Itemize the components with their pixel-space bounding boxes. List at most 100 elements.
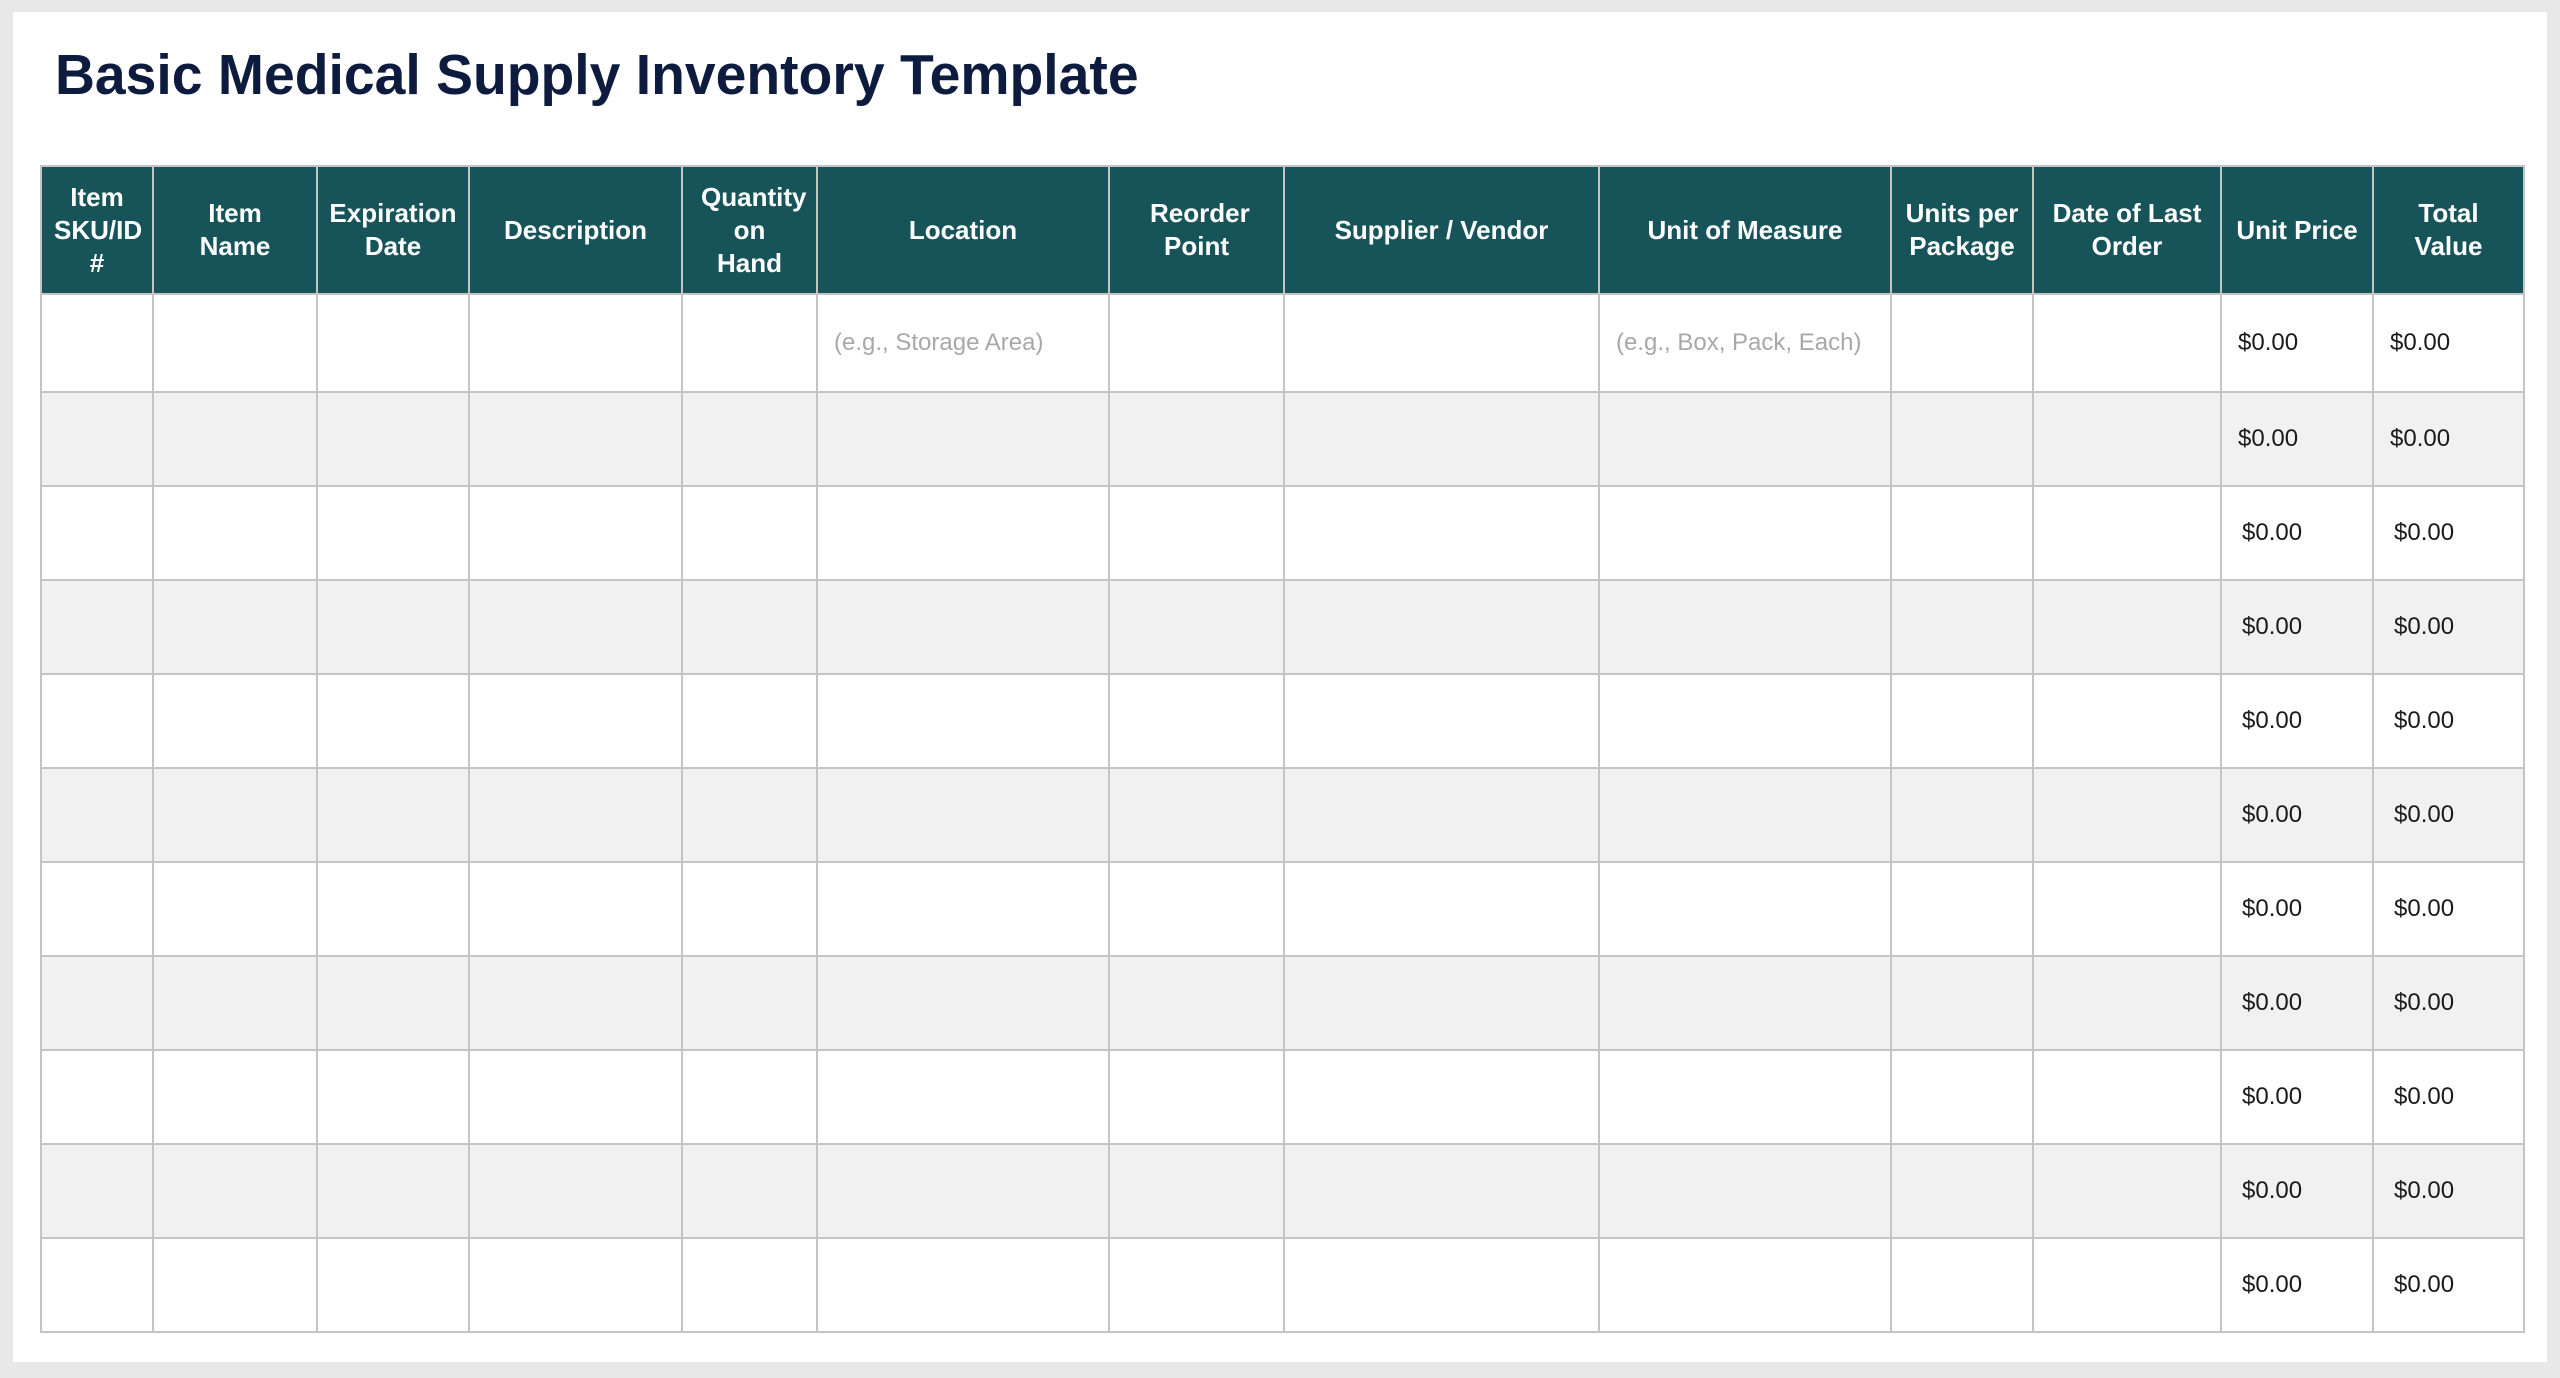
cell-sku[interactable] <box>40 673 154 769</box>
cell-expiration[interactable] <box>316 1049 470 1145</box>
cell-units-per-package[interactable] <box>1890 767 2034 863</box>
cell-units-per-package[interactable] <box>1890 485 2034 581</box>
cell-supplier[interactable] <box>1283 293 1600 393</box>
cell-unit-price[interactable]: $0.00 <box>2220 861 2374 957</box>
cell-name[interactable] <box>152 767 318 863</box>
cell-total-value[interactable]: $0.00 <box>2372 485 2525 581</box>
cell-expiration[interactable] <box>316 955 470 1051</box>
cell-supplier[interactable] <box>1283 391 1600 487</box>
cell-quantity[interactable] <box>681 1143 818 1239</box>
cell-description[interactable] <box>468 1143 683 1239</box>
cell-unit-price[interactable]: $0.00 <box>2220 767 2374 863</box>
cell-quantity[interactable] <box>681 673 818 769</box>
cell-unit-price[interactable]: $0.00 <box>2220 485 2374 581</box>
cell-expiration[interactable] <box>316 1237 470 1333</box>
cell-location[interactable] <box>816 955 1110 1051</box>
cell-total-value[interactable]: $0.00 <box>2372 861 2525 957</box>
cell-last-order[interactable] <box>2032 1049 2222 1145</box>
cell-supplier[interactable] <box>1283 485 1600 581</box>
cell-units-per-package[interactable] <box>1890 293 2034 393</box>
cell-expiration[interactable] <box>316 579 470 675</box>
cell-units-per-package[interactable] <box>1890 391 2034 487</box>
cell-sku[interactable] <box>40 1237 154 1333</box>
cell-expiration[interactable] <box>316 485 470 581</box>
cell-name[interactable] <box>152 955 318 1051</box>
cell-total-value[interactable]: $0.00 <box>2372 1049 2525 1145</box>
cell-quantity[interactable] <box>681 391 818 487</box>
cell-total-value[interactable]: $0.00 <box>2372 767 2525 863</box>
cell-uom[interactable] <box>1598 579 1892 675</box>
cell-sku[interactable] <box>40 293 154 393</box>
cell-units-per-package[interactable] <box>1890 673 2034 769</box>
cell-unit-price[interactable]: $0.00 <box>2220 1049 2374 1145</box>
cell-uom[interactable] <box>1598 1049 1892 1145</box>
cell-expiration[interactable] <box>316 861 470 957</box>
cell-expiration[interactable] <box>316 767 470 863</box>
cell-reorder[interactable] <box>1108 673 1285 769</box>
cell-units-per-package[interactable] <box>1890 579 2034 675</box>
cell-name[interactable] <box>152 1143 318 1239</box>
cell-total-value[interactable]: $0.00 <box>2372 579 2525 675</box>
cell-reorder[interactable] <box>1108 579 1285 675</box>
cell-name[interactable] <box>152 861 318 957</box>
cell-reorder[interactable] <box>1108 1049 1285 1145</box>
cell-location[interactable] <box>816 767 1110 863</box>
cell-name[interactable] <box>152 1237 318 1333</box>
cell-description[interactable] <box>468 1237 683 1333</box>
cell-units-per-package[interactable] <box>1890 1049 2034 1145</box>
cell-reorder[interactable] <box>1108 485 1285 581</box>
cell-name[interactable] <box>152 1049 318 1145</box>
cell-location[interactable] <box>816 1049 1110 1145</box>
cell-supplier[interactable] <box>1283 1049 1600 1145</box>
cell-sku[interactable] <box>40 579 154 675</box>
cell-reorder[interactable] <box>1108 955 1285 1051</box>
cell-description[interactable] <box>468 955 683 1051</box>
cell-name[interactable] <box>152 293 318 393</box>
cell-uom[interactable] <box>1598 1143 1892 1239</box>
cell-sku[interactable] <box>40 1143 154 1239</box>
cell-total-value[interactable]: $0.00 <box>2372 673 2525 769</box>
cell-last-order[interactable] <box>2032 485 2222 581</box>
cell-unit-price[interactable]: $0.00 <box>2220 579 2374 675</box>
cell-units-per-package[interactable] <box>1890 955 2034 1051</box>
cell-description[interactable] <box>468 861 683 957</box>
cell-description[interactable] <box>468 579 683 675</box>
cell-name[interactable] <box>152 391 318 487</box>
cell-last-order[interactable] <box>2032 293 2222 393</box>
cell-unit-price[interactable]: $0.00 <box>2220 391 2374 487</box>
cell-reorder[interactable] <box>1108 1143 1285 1239</box>
cell-sku[interactable] <box>40 861 154 957</box>
cell-supplier[interactable] <box>1283 767 1600 863</box>
cell-expiration[interactable] <box>316 1143 470 1239</box>
cell-location[interactable]: (e.g., Storage Area) <box>816 293 1110 393</box>
cell-location[interactable] <box>816 1237 1110 1333</box>
cell-uom[interactable] <box>1598 955 1892 1051</box>
cell-name[interactable] <box>152 485 318 581</box>
cell-unit-price[interactable]: $0.00 <box>2220 1237 2374 1333</box>
cell-last-order[interactable] <box>2032 1143 2222 1239</box>
cell-description[interactable] <box>468 767 683 863</box>
cell-total-value[interactable]: $0.00 <box>2372 955 2525 1051</box>
cell-description[interactable] <box>468 673 683 769</box>
cell-last-order[interactable] <box>2032 391 2222 487</box>
cell-uom[interactable] <box>1598 1237 1892 1333</box>
cell-last-order[interactable] <box>2032 767 2222 863</box>
cell-expiration[interactable] <box>316 391 470 487</box>
cell-location[interactable] <box>816 579 1110 675</box>
cell-location[interactable] <box>816 673 1110 769</box>
cell-units-per-package[interactable] <box>1890 861 2034 957</box>
cell-name[interactable] <box>152 673 318 769</box>
cell-description[interactable] <box>468 293 683 393</box>
cell-last-order[interactable] <box>2032 579 2222 675</box>
cell-expiration[interactable] <box>316 673 470 769</box>
cell-reorder[interactable] <box>1108 861 1285 957</box>
cell-description[interactable] <box>468 1049 683 1145</box>
cell-unit-price[interactable]: $0.00 <box>2220 673 2374 769</box>
cell-supplier[interactable] <box>1283 579 1600 675</box>
cell-quantity[interactable] <box>681 293 818 393</box>
cell-last-order[interactable] <box>2032 955 2222 1051</box>
cell-uom[interactable] <box>1598 767 1892 863</box>
cell-uom[interactable]: (e.g., Box, Pack, Each) <box>1598 293 1892 393</box>
cell-expiration[interactable] <box>316 293 470 393</box>
cell-quantity[interactable] <box>681 767 818 863</box>
